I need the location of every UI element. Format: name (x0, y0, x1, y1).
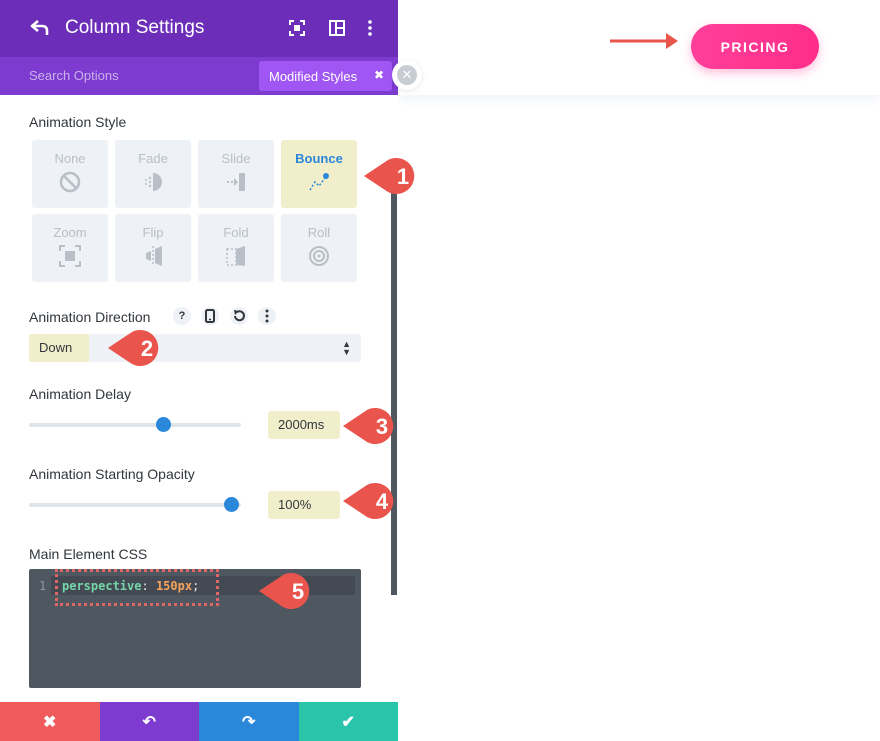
panel-header: Column Settings (0, 0, 398, 57)
back-arrow-icon[interactable] (30, 18, 50, 38)
zoom-icon (59, 245, 81, 267)
animation-style-label: Animation Style (29, 114, 127, 130)
slider-handle[interactable] (155, 417, 171, 432)
modified-styles-filter[interactable]: Modified Styles ✖ (259, 61, 392, 91)
callout-marker: 5 (257, 572, 319, 610)
line-number: 1 (39, 579, 47, 593)
animation-option-none[interactable]: None (32, 140, 108, 208)
animation-option-roll[interactable]: Roll (281, 214, 357, 282)
close-icon: ✕ (397, 65, 417, 85)
modified-styles-label: Modified Styles (269, 68, 358, 84)
help-icon[interactable]: ? (173, 307, 191, 325)
save-button[interactable]: ✔ (298, 702, 398, 741)
panel-scrollbar[interactable] (391, 175, 397, 595)
fade-icon (145, 173, 162, 191)
starting-opacity-input[interactable]: 100% (268, 491, 340, 519)
animation-option-flip[interactable]: Flip (115, 214, 191, 282)
redo-button[interactable]: ↷ (199, 702, 299, 741)
animation-delay-slider[interactable] (29, 417, 241, 432)
animation-option-slide[interactable]: Slide (198, 140, 274, 208)
animation-delay-label: Animation Delay (29, 386, 131, 402)
callout-marker: 3 (341, 407, 403, 445)
callout-marker: 2 (106, 329, 168, 367)
mobile-icon[interactable] (201, 307, 219, 325)
settings-panel: Column Settings Search Options Modified … (0, 0, 398, 741)
reset-icon[interactable] (230, 307, 248, 325)
cancel-button[interactable]: ✖ (0, 702, 100, 741)
fullscreen-icon[interactable] (288, 19, 306, 37)
more-options-icon[interactable] (258, 307, 276, 325)
slide-icon (227, 173, 245, 191)
bounce-icon (309, 173, 329, 191)
slider-handle[interactable] (224, 497, 239, 512)
red-arrow-icon (610, 33, 678, 49)
animation-option-bounce[interactable]: Bounce (281, 140, 357, 208)
animation-direction-label: Animation Direction (29, 309, 151, 325)
starting-opacity-label: Animation Starting Opacity (29, 466, 195, 482)
select-caret-icon: ▲ ▼ (342, 339, 351, 357)
layout-columns-icon[interactable] (328, 19, 346, 37)
search-options-input[interactable]: Search Options (29, 68, 119, 83)
panel-footer: ✖ ↶ ↷ ✔ (0, 702, 398, 741)
callout-marker: 1 (362, 157, 424, 195)
animation-direction-value: Down (29, 334, 89, 362)
animation-option-fold[interactable]: Fold (198, 214, 274, 282)
undo-button[interactable]: ↶ (99, 702, 199, 741)
fold-icon (226, 246, 245, 266)
close-icon[interactable]: ✖ (374, 68, 384, 82)
roll-icon (309, 246, 329, 266)
none-icon (59, 171, 81, 193)
animation-delay-input[interactable]: 2000ms (268, 411, 340, 439)
callout-marker: 4 (341, 482, 403, 520)
panel-title: Column Settings (65, 17, 205, 38)
pricing-button[interactable]: PRICING (691, 24, 819, 69)
more-options-icon[interactable] (361, 19, 379, 37)
animation-option-fade[interactable]: Fade (115, 140, 191, 208)
main-element-css-label: Main Element CSS (29, 546, 148, 562)
screenshot-canvas: PRICING Column Settings Search Options M… (0, 0, 880, 741)
panel-edge-handle[interactable]: ✕ (392, 60, 422, 90)
animation-direction-select[interactable]: Down ▲ ▼ (29, 334, 361, 362)
starting-opacity-slider[interactable] (29, 497, 241, 512)
flip-icon (146, 246, 162, 266)
css-highlight-box (55, 569, 219, 606)
animation-option-zoom[interactable]: Zoom (32, 214, 108, 282)
